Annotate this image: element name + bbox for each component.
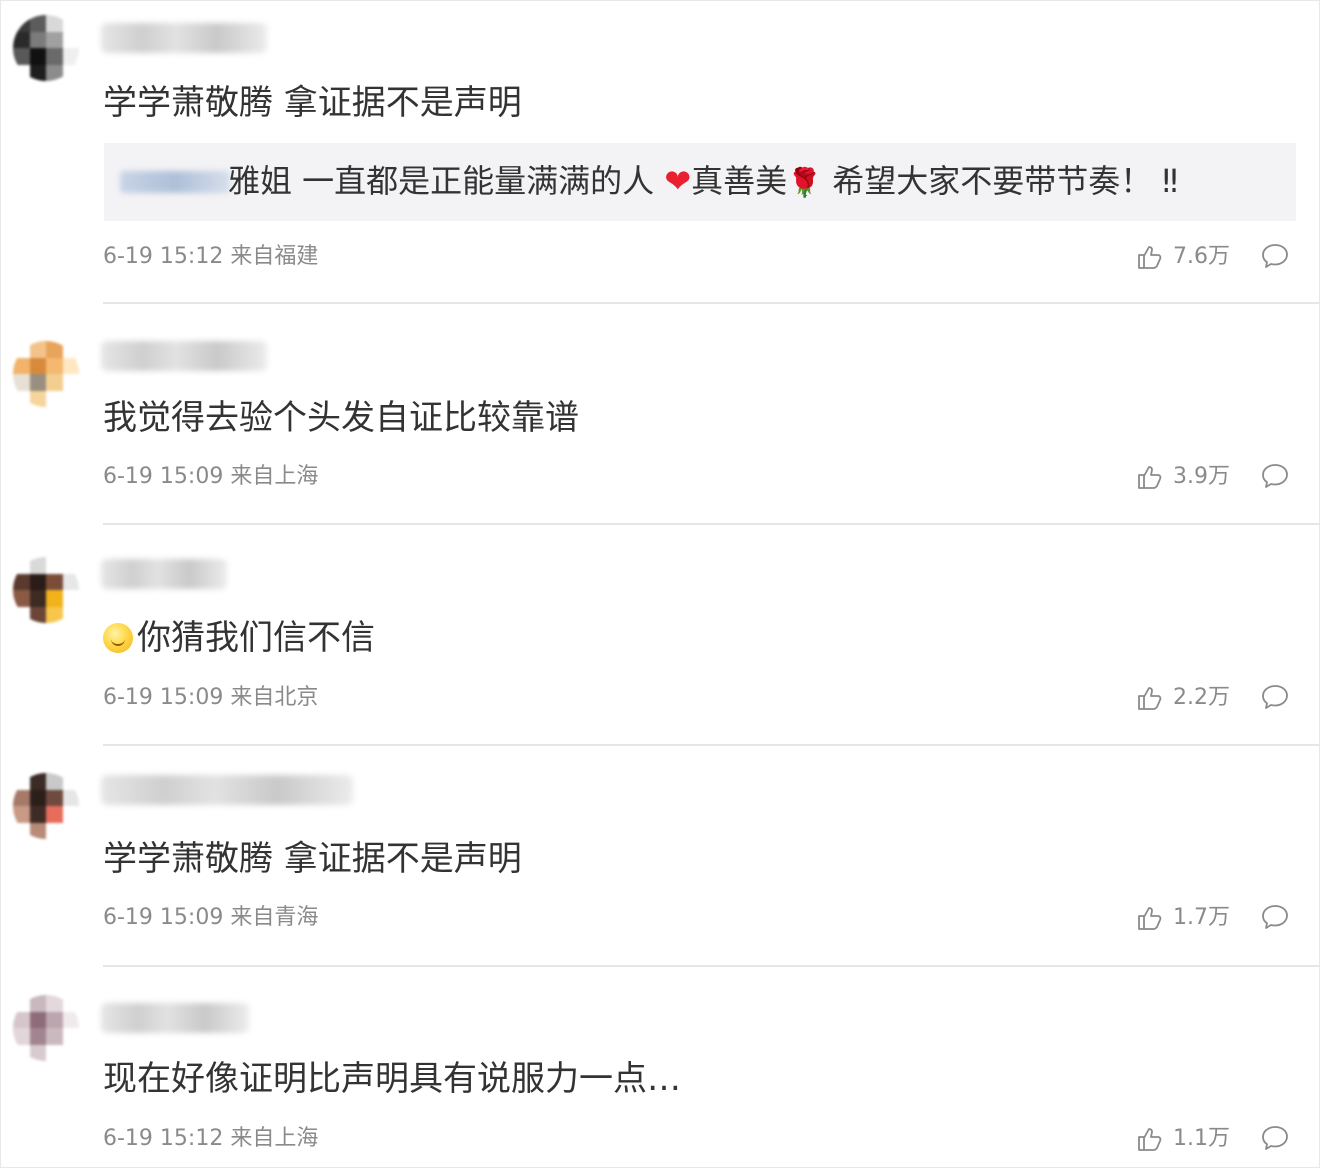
comment-list: 学学萧敬腾 拿证据不是声明 雅姐 一直都是正能量满满的人 ❤真善美🌹 希望大家不… — [0, 0, 1320, 1168]
comment-actions: 1.1万 — [1133, 1124, 1303, 1154]
rose-icon: 🌹 — [787, 166, 823, 199]
comment-bubble-icon[interactable] — [1261, 683, 1289, 711]
username-blurred[interactable] — [101, 341, 267, 371]
comment-text: 现在好像证明比声明具有说服力一点… — [103, 1059, 681, 1099]
quoted-text: 雅姐 一直都是正能量满满的人 ❤真善美🌹 希望大家不要带节奏！ ‼ — [228, 162, 1178, 200]
comment-meta: 6-19 15:12 来自上海 — [103, 1126, 319, 1151]
comment-bubble-icon[interactable] — [1261, 462, 1289, 490]
like-count: 3.9万 — [1173, 464, 1230, 489]
comment-bubble-icon[interactable] — [1261, 903, 1289, 931]
thumbs-up-icon[interactable] — [1137, 464, 1163, 490]
comment-text: 学学萧敬腾 拿证据不是声明 — [103, 83, 522, 123]
like-count: 7.6万 — [1173, 244, 1230, 269]
avatar[interactable] — [13, 773, 79, 839]
username-blurred[interactable] — [101, 23, 267, 53]
quoted-username-blurred[interactable] — [120, 171, 230, 193]
quoted-reply[interactable]: 雅姐 一直都是正能量满满的人 ❤真善美🌹 希望大家不要带节奏！ ‼ — [104, 143, 1296, 221]
thumbs-up-icon[interactable] — [1137, 1126, 1163, 1152]
heart-icon: ❤ — [664, 162, 692, 200]
comment-meta: 6-19 15:09 来自北京 — [103, 685, 319, 710]
thumbs-up-icon[interactable] — [1137, 685, 1163, 711]
comment-bubble-icon[interactable] — [1261, 1124, 1289, 1152]
avatar[interactable] — [13, 15, 79, 81]
username-blurred[interactable] — [101, 775, 353, 805]
comment-meta: 6-19 15:12 来自福建 — [103, 244, 319, 269]
avatar[interactable] — [13, 341, 79, 407]
comment-actions: 7.6万 — [1133, 242, 1303, 272]
divider — [103, 302, 1320, 304]
comment-text: 学学萧敬腾 拿证据不是声明 — [103, 839, 522, 879]
thumbs-up-icon[interactable] — [1137, 244, 1163, 270]
like-count: 1.7万 — [1173, 905, 1230, 930]
comment-bubble-icon[interactable] — [1261, 242, 1289, 270]
divider — [103, 523, 1320, 525]
comment-meta: 6-19 15:09 来自青海 — [103, 905, 319, 930]
username-blurred[interactable] — [101, 1003, 249, 1033]
comment-actions: 2.2万 — [1133, 683, 1303, 713]
username-blurred[interactable] — [101, 559, 227, 589]
smile-emoji-icon — [103, 623, 133, 653]
comment-meta: 6-19 15:09 来自上海 — [103, 464, 319, 489]
comment-text: 你猜我们信不信 — [103, 618, 375, 658]
comment-actions: 3.9万 — [1133, 462, 1303, 492]
divider — [103, 744, 1320, 746]
thumbs-up-icon[interactable] — [1137, 905, 1163, 931]
like-count: 1.1万 — [1173, 1126, 1230, 1151]
divider — [103, 965, 1320, 967]
comment-text: 我觉得去验个头发自证比较靠谱 — [103, 398, 579, 438]
comment-actions: 1.7万 — [1133, 903, 1303, 933]
avatar[interactable] — [13, 557, 79, 623]
like-count: 2.2万 — [1173, 685, 1230, 710]
avatar[interactable] — [13, 995, 79, 1061]
